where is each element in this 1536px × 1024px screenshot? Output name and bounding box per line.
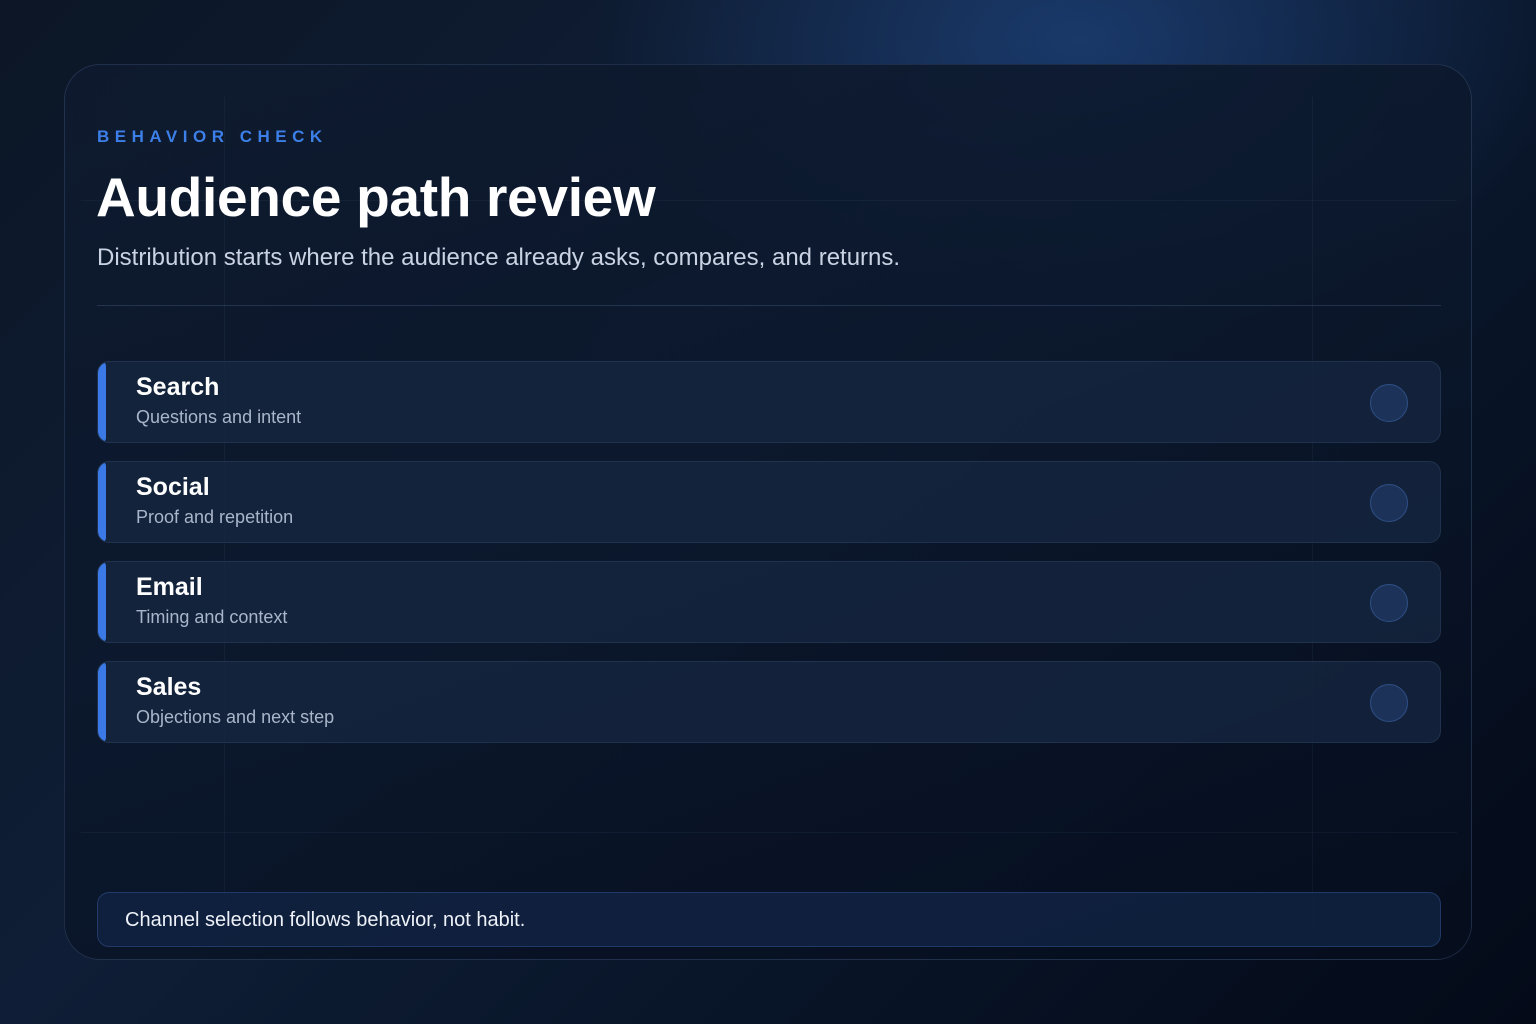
channel-name: Sales (136, 673, 202, 701)
channel-description: Proof and repetition (136, 507, 294, 527)
channel-row-sales[interactable]: Sales Objections and next step (97, 661, 1441, 743)
channel-list: Search Questions and intent Social Proof… (97, 361, 1441, 761)
channel-row-email[interactable]: Email Timing and context (97, 561, 1441, 643)
channel-row-search[interactable]: Search Questions and intent (97, 361, 1441, 443)
channel-select-toggle[interactable] (1370, 484, 1408, 522)
eyebrow-label: BEHAVIOR CHECK (97, 127, 328, 146)
channel-select-toggle[interactable] (1370, 584, 1408, 622)
footer-note-text: Channel selection follows behavior, not … (125, 909, 526, 931)
channel-accent-bar (98, 362, 106, 442)
channel-name: Search (136, 373, 220, 401)
channel-description: Timing and context (136, 607, 288, 627)
channel-name: Email (136, 573, 203, 601)
channel-accent-bar (98, 662, 106, 742)
channel-description: Objections and next step (136, 707, 335, 727)
header-divider (97, 305, 1441, 306)
channel-description: Questions and intent (136, 407, 302, 427)
page-subtitle: Distribution starts where the audience a… (97, 244, 901, 271)
channel-accent-bar (98, 462, 106, 542)
channel-accent-bar (98, 562, 106, 642)
channel-name: Social (136, 473, 210, 501)
channel-select-toggle[interactable] (1370, 684, 1408, 722)
page-title: Audience path review (96, 166, 656, 228)
review-card: BEHAVIOR CHECK Audience path review Dist… (64, 64, 1472, 960)
channel-select-toggle[interactable] (1370, 384, 1408, 422)
channel-row-social[interactable]: Social Proof and repetition (97, 461, 1441, 543)
guide-line (81, 832, 1457, 833)
footer-note: Channel selection follows behavior, not … (97, 892, 1441, 947)
